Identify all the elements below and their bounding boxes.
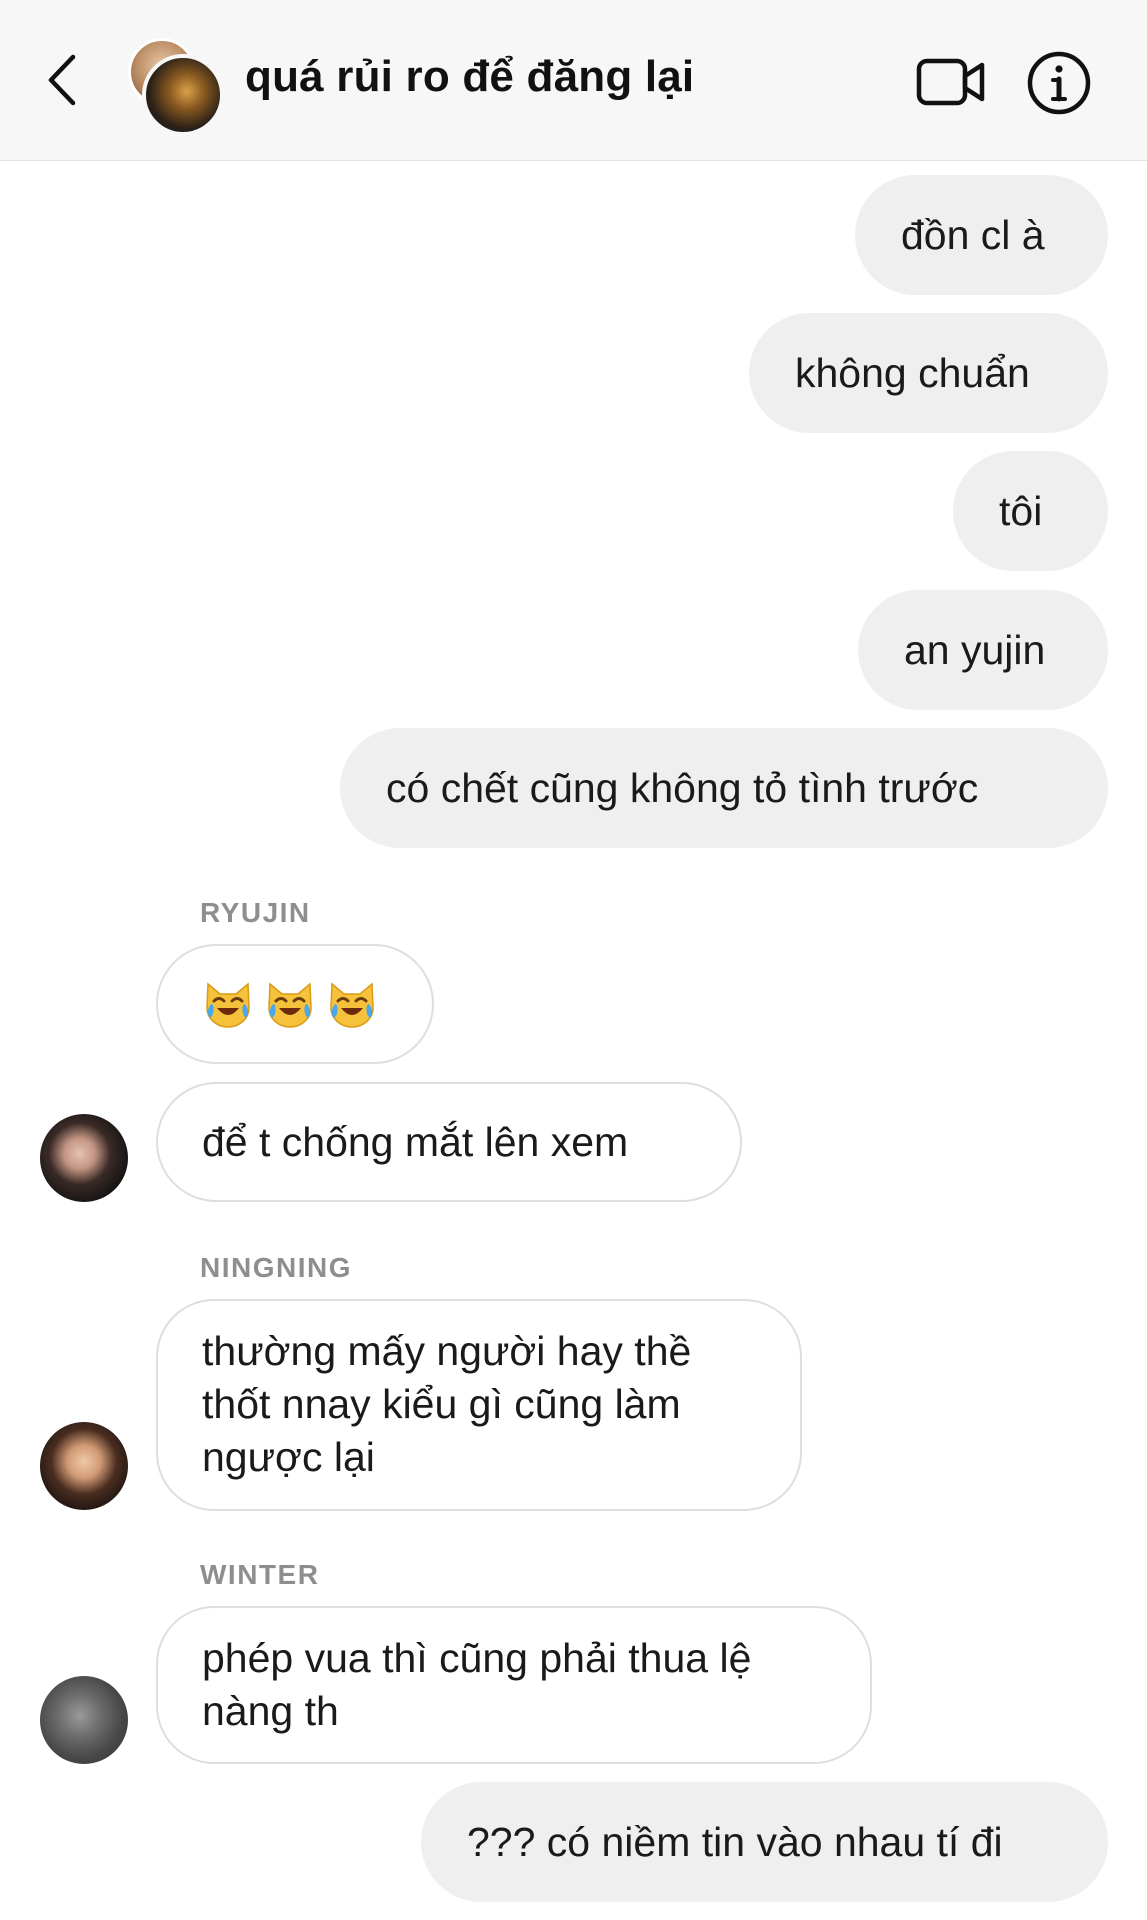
message-text: không chuẩn bbox=[795, 349, 1030, 396]
message-text: để t chống mắt lên xem bbox=[202, 1118, 629, 1165]
avatar-ningning[interactable] bbox=[40, 1422, 128, 1510]
message-line: thường mấy người hay thề bbox=[202, 1328, 692, 1374]
avatar-winter[interactable] bbox=[40, 1676, 128, 1764]
message-text: thường mấy người hay thề thốt nnay kiểu … bbox=[202, 1325, 691, 1484]
group-avatar-front bbox=[142, 54, 224, 136]
message-bubble-incoming[interactable] bbox=[156, 944, 434, 1064]
cat-tears-of-joy-icon bbox=[206, 982, 250, 1028]
message-text: có chết cũng không tỏ tình trước bbox=[386, 764, 979, 811]
message-bubble-incoming[interactable]: phép vua thì cũng phải thua lệ nàng th bbox=[156, 1606, 872, 1764]
sender-name: RYUJIN bbox=[200, 897, 311, 928]
info-icon bbox=[1027, 51, 1091, 115]
chat-header: quá rủi ro để đăng lại bbox=[0, 0, 1147, 161]
group-avatar[interactable] bbox=[128, 38, 224, 136]
chat-title[interactable]: quá rủi ro để đăng lại bbox=[245, 52, 694, 102]
message-bubble-outgoing[interactable]: tôi bbox=[953, 451, 1108, 571]
message-text: đồn cl à bbox=[901, 211, 1045, 258]
message-text: an yujin bbox=[904, 626, 1046, 673]
message-text: ??? có niềm tin vào nhau tí đi bbox=[467, 1818, 1003, 1865]
message-line: phép vua thì cũng phải thua lệ bbox=[202, 1635, 752, 1681]
sender-name: WINTER bbox=[200, 1559, 320, 1590]
message-line: ngược lại bbox=[202, 1434, 375, 1480]
message-bubble-outgoing[interactable]: không chuẩn bbox=[749, 313, 1108, 433]
message-bubble-outgoing[interactable]: an yujin bbox=[858, 590, 1108, 710]
video-call-button[interactable] bbox=[915, 52, 987, 112]
message-text: phép vua thì cũng phải thua lệ nàng th bbox=[202, 1632, 751, 1738]
cat-tears-of-joy-icon bbox=[268, 982, 312, 1028]
message-bubble-outgoing[interactable]: ??? có niềm tin vào nhau tí đi bbox=[421, 1782, 1108, 1902]
message-text: tôi bbox=[999, 487, 1043, 534]
message-bubble-incoming[interactable]: thường mấy người hay thề thốt nnay kiểu … bbox=[156, 1299, 802, 1511]
sender-name: NINGNING bbox=[200, 1252, 352, 1283]
message-line: nàng th bbox=[202, 1688, 339, 1734]
message-bubble-outgoing[interactable]: đồn cl à bbox=[855, 175, 1108, 295]
avatar-ryujin[interactable] bbox=[40, 1114, 128, 1202]
message-bubble-outgoing[interactable]: có chết cũng không tỏ tình trước bbox=[340, 728, 1108, 848]
info-button[interactable] bbox=[1026, 50, 1092, 116]
video-camera-icon bbox=[916, 58, 985, 106]
cat-tears-of-joy-icon bbox=[330, 982, 374, 1028]
message-bubble-incoming[interactable]: để t chống mắt lên xem bbox=[156, 1082, 742, 1202]
chevron-left-icon bbox=[48, 54, 76, 106]
message-line: thốt nnay kiểu gì cũng làm bbox=[202, 1381, 681, 1427]
back-button[interactable] bbox=[40, 50, 84, 110]
emoji-row bbox=[202, 978, 378, 1030]
